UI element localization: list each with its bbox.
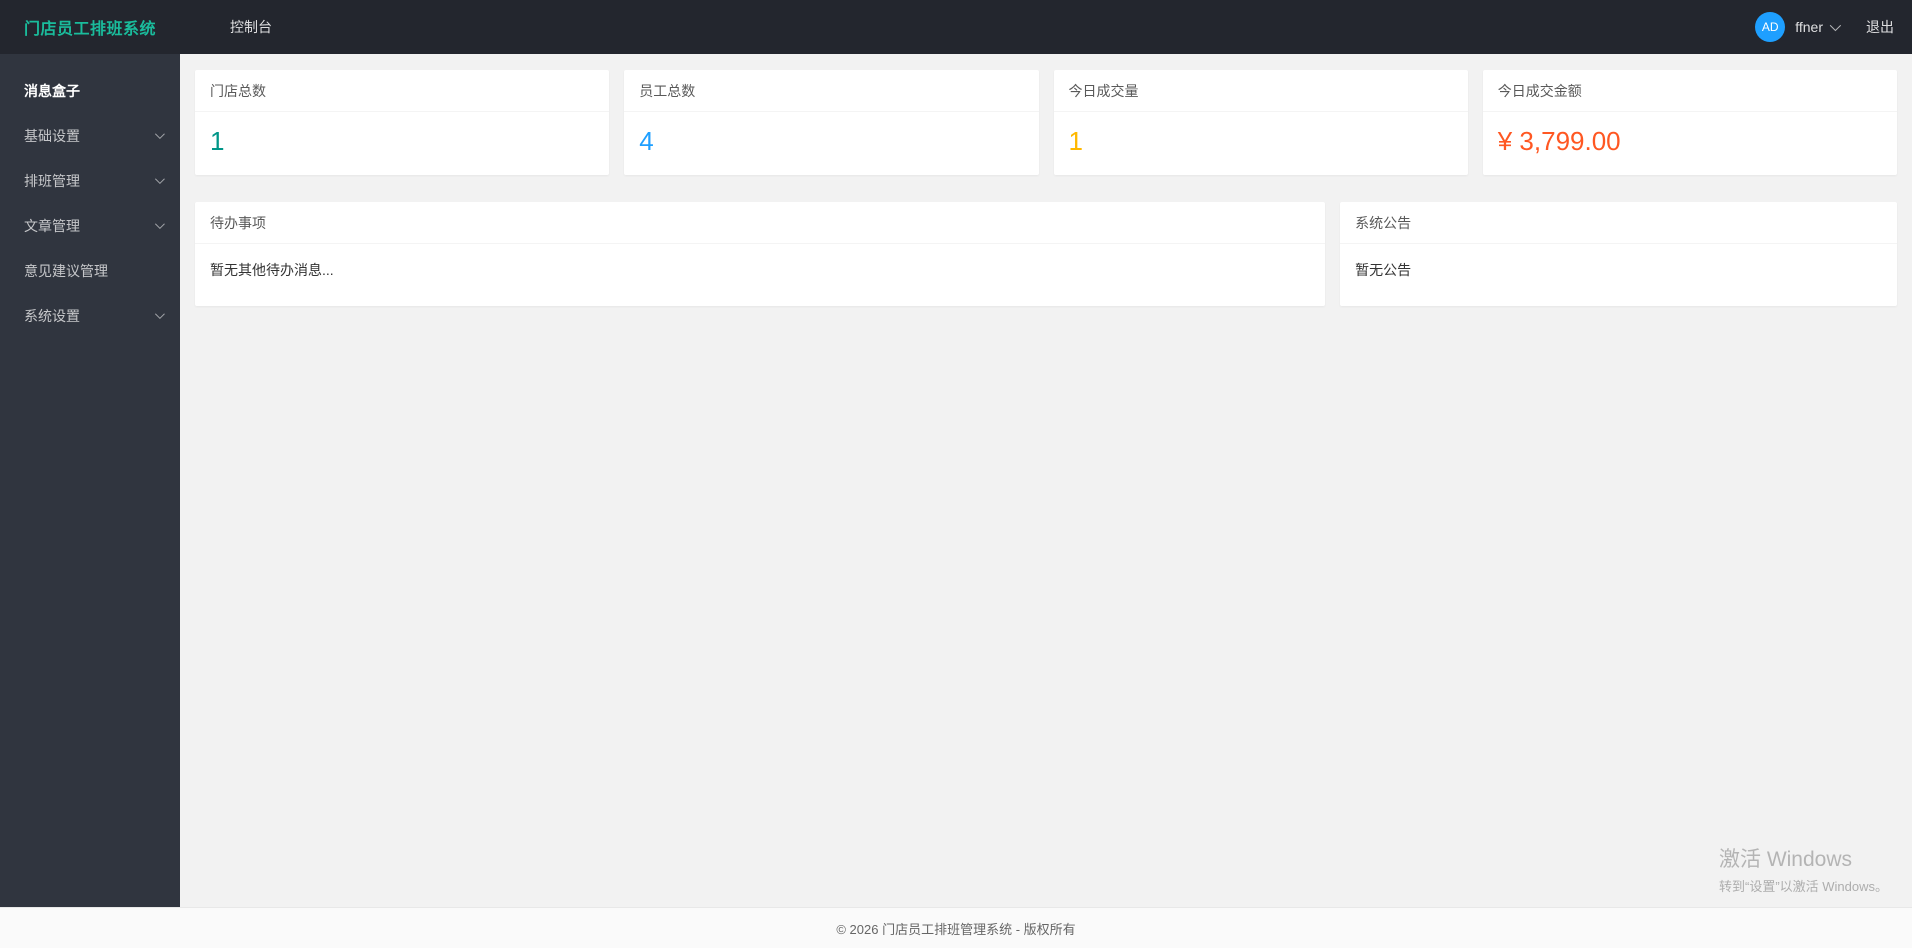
top-nav: 控制台 [212, 0, 290, 54]
chevron-down-icon [154, 309, 165, 320]
copyright-text: © 2026 门店员工排班管理系统 - 版权所有 [836, 921, 1076, 937]
watermark-subtitle: 转到“设置”以激活 Windows。 [1718, 879, 1888, 894]
nav-item-console[interactable]: 控制台 [212, 0, 290, 54]
sidebar: 消息盒子 基础设置 排班管理 文章管理 意见建议管理 系统设置 [0, 54, 180, 907]
sidebar-item-label: 基础设置 [24, 127, 80, 144]
body-row: 消息盒子 基础设置 排班管理 文章管理 意见建议管理 系统设置 门店总数 1 员… [0, 54, 1912, 907]
stat-card-today-transactions: 今日成交量 1 [1053, 70, 1468, 176]
sidebar-item-label: 排班管理 [24, 172, 80, 189]
header-user-area: AD ffner 退出 [1755, 12, 1894, 42]
chevron-down-icon [154, 219, 165, 230]
sidebar-item-system-settings[interactable]: 系统设置 [0, 293, 180, 338]
chevron-down-icon [1829, 19, 1842, 32]
notice-panel: 系统公告 暂无公告 [1340, 202, 1897, 307]
panel-row: 待办事项 暂无其他待办消息... 系统公告 暂无公告 [195, 202, 1897, 307]
todo-panel: 待办事项 暂无其他待办消息... [195, 202, 1326, 307]
sidebar-item-article-management[interactable]: 文章管理 [0, 203, 180, 248]
sidebar-item-feedback-management[interactable]: 意见建议管理 [0, 248, 180, 293]
stat-card-title: 今日成交量 [1053, 70, 1468, 112]
sidebar-item-message-box[interactable]: 消息盒子 [0, 68, 180, 113]
page-footer: © 2026 门店员工排班管理系统 - 版权所有 [0, 907, 1912, 948]
todo-panel-body: 暂无其他待办消息... [210, 262, 334, 279]
app-layout: 门店员工排班系统 控制台 AD ffner 退出 消息盒子 基础设置 排班管理 [0, 0, 1912, 948]
stat-card-title: 今日成交金额 [1482, 70, 1897, 112]
username-label: ffner [1795, 19, 1823, 35]
sidebar-item-schedule-management[interactable]: 排班管理 [0, 158, 180, 203]
brand-logo[interactable]: 门店员工排班系统 [0, 15, 180, 39]
chevron-down-icon [154, 174, 165, 185]
windows-activation-watermark: 激活 Windows 转到“设置”以激活 Windows。 [1719, 843, 1888, 895]
stat-card-total-stores: 门店总数 1 [195, 70, 610, 176]
notice-panel-body: 暂无公告 [1355, 262, 1412, 279]
stat-card-value: 1 [210, 126, 225, 156]
sidebar-item-basic-settings[interactable]: 基础设置 [0, 113, 180, 158]
sidebar-item-label: 消息盒子 [24, 82, 80, 99]
stat-card-value: 4 [639, 126, 654, 156]
chevron-down-icon [154, 129, 165, 140]
sidebar-item-label: 系统设置 [24, 307, 80, 324]
stat-card-total-employees: 员工总数 4 [624, 70, 1039, 176]
stat-card-title: 门店总数 [195, 70, 610, 112]
stat-card-title: 员工总数 [624, 70, 1039, 112]
stat-card-row: 门店总数 1 员工总数 4 今日成交量 1 今日成交金额 ¥ 3,799.00 [195, 70, 1897, 176]
stat-card-today-amount: 今日成交金额 ¥ 3,799.00 [1482, 70, 1897, 176]
stat-card-value: 1 [1068, 126, 1083, 156]
sidebar-item-label: 文章管理 [24, 217, 80, 234]
avatar[interactable]: AD [1755, 12, 1786, 42]
notice-panel-title: 系统公告 [1340, 202, 1897, 245]
watermark-title: 激活 Windows [1718, 848, 1853, 871]
sidebar-item-label: 意见建议管理 [24, 262, 108, 279]
todo-panel-title: 待办事项 [195, 202, 1326, 245]
main-content: 门店总数 1 员工总数 4 今日成交量 1 今日成交金额 ¥ 3,799.00 … [180, 54, 1912, 907]
logout-button[interactable]: 退出 [1866, 17, 1894, 37]
top-header: 门店员工排班系统 控制台 AD ffner 退出 [0, 0, 1912, 54]
stat-card-value: ¥ 3,799.00 [1497, 126, 1621, 156]
user-menu-trigger[interactable]: ffner [1795, 19, 1842, 35]
